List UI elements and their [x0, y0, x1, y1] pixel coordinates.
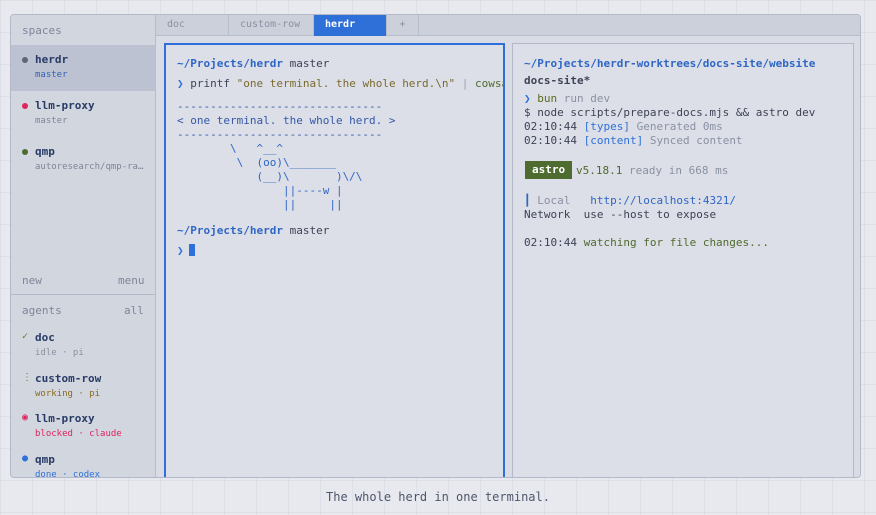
agent-status: working · pi [35, 389, 101, 399]
done-dot-icon: ● [22, 453, 29, 464]
network-label: Network [524, 208, 571, 221]
spaces-title: spaces [22, 24, 62, 37]
menu-button[interactable]: menu [118, 274, 145, 287]
tab-herdr[interactable]: herdr [314, 15, 387, 36]
agent-item-llm-proxy[interactable]: ◉ llm-proxy blocked · claude [11, 412, 155, 450]
astro-badge: astro [525, 161, 573, 179]
terminal-pane-left[interactable]: ~/Projects/herdr master ❯ printf "one te… [164, 43, 505, 477]
prompt-path: ~/Projects/herdr [177, 57, 283, 70]
agent-item-doc[interactable]: ✓ doc idle · pi [11, 331, 155, 369]
astro-version: v5.18.1 [576, 164, 623, 177]
prompt-symbol: ❯ [177, 77, 184, 90]
watch-line: 02:10:44 watching for file changes... [524, 236, 769, 249]
run-args: run dev [563, 92, 611, 105]
agent-name: custom-row [35, 372, 102, 385]
log-tag: [content] [583, 134, 644, 147]
new-space-button[interactable]: new [22, 274, 42, 287]
agent-name: doc [35, 331, 55, 344]
tab-doc[interactable]: doc [156, 15, 229, 36]
tab-bar: doc custom-row herdr + [156, 15, 860, 36]
space-branch: autoresearch/qmp-ra… [35, 162, 144, 172]
app-window: spaces herdr master llm-proxy master qmp… [10, 14, 861, 478]
check-icon: ✓ [22, 331, 29, 342]
command-line: ❯ printf "one terminal. the whole herd.\… [177, 77, 503, 90]
cmd-cowsay: cowsay [475, 77, 503, 90]
cow-line: ------------------------------- [177, 100, 383, 113]
local-line: ┃ Local http://localhost:4321/ [524, 194, 736, 207]
prompt-branch: master [289, 57, 330, 70]
cmd-string: "one terminal. the whole herd.\n" [236, 77, 456, 90]
local-url-link[interactable]: http://localhost:4321/ [590, 194, 736, 207]
run-cmd: bun [537, 92, 558, 105]
space-name: qmp [35, 145, 55, 158]
cmd-pipe: | [461, 77, 469, 90]
agent-status: idle · pi [35, 348, 84, 358]
space-item-llm-proxy[interactable]: llm-proxy master [11, 91, 155, 137]
space-name: herdr [35, 53, 69, 66]
input-line: ❯ [177, 244, 184, 257]
space-item-herdr[interactable]: herdr master [11, 45, 155, 91]
log-time: 02:10:44 [524, 236, 577, 249]
cow-line: || || [177, 198, 343, 211]
status-dot [22, 103, 28, 109]
log-msg: Synced content [649, 134, 743, 147]
prompt-path: ~/Projects/herdr [177, 224, 283, 237]
new-tab-button[interactable]: + [387, 15, 419, 36]
working-spinner-icon: ⋮ [22, 372, 32, 383]
log-time: 02:10:44 [524, 120, 577, 133]
text-cursor [189, 244, 195, 256]
cow-line: ||----w | [177, 184, 343, 197]
prompt-symbol: ❯ [177, 244, 184, 257]
status-dot [22, 57, 28, 63]
blocked-dot-icon: ◉ [22, 412, 29, 423]
astro-status: v5.18.1 ready in 668 ms [576, 164, 728, 177]
network-line: Network use --host to expose [524, 208, 716, 221]
main-area: doc custom-row herdr + ~/Projects/herdr … [156, 15, 860, 477]
local-bar-icon: ┃ [524, 194, 531, 207]
agent-name: qmp [35, 453, 55, 466]
cow-line: < one terminal. the whole herd. > [177, 114, 396, 127]
git-branch: docs-site* [524, 74, 591, 87]
prompt-symbol: ❯ [524, 92, 531, 105]
status-dot [22, 149, 28, 155]
sidebar-divider [11, 294, 155, 295]
local-label: Local [537, 194, 571, 207]
watch-msg: watching for file changes... [583, 236, 770, 249]
log-time: 02:10:44 [524, 134, 577, 147]
terminal-pane-right[interactable]: ~/Projects/herdr-worktrees/docs-site/web… [512, 43, 854, 477]
agent-status: blocked · claude [35, 429, 122, 439]
prompt-branch: master [289, 224, 330, 237]
agent-name: llm-proxy [35, 412, 95, 425]
run-line: ❯ bun run dev [524, 92, 610, 105]
network-msg: use --host to expose [583, 208, 717, 221]
log-line: 02:10:44 [types] Generated 0ms [524, 120, 723, 133]
cow-line: ------------------------------- [177, 128, 383, 141]
space-name: llm-proxy [35, 99, 95, 112]
agent-status: done · codex [35, 470, 101, 478]
log-tag: [types] [583, 120, 630, 133]
space-branch: master [35, 116, 68, 126]
agents-all-button[interactable]: all [124, 304, 144, 317]
space-item-qmp[interactable]: qmp autoresearch/qmp-ra… [11, 137, 155, 183]
prompt-line: ~/Projects/herdr master [177, 224, 329, 237]
agent-item-custom-row[interactable]: ⋮ custom-row working · pi [11, 372, 155, 410]
cmd-name: printf [190, 77, 230, 90]
log-msg: Generated 0ms [636, 120, 723, 133]
sidebar: spaces herdr master llm-proxy master qmp… [11, 15, 156, 477]
astro-ready: ready in 668 ms [628, 164, 729, 177]
exec-line: $ node scripts/prepare-docs.mjs && astro… [524, 106, 816, 119]
space-branch: master [35, 70, 68, 80]
agents-title: agents [22, 304, 62, 317]
tab-custom-row[interactable]: custom-row [229, 15, 314, 36]
cow-line: (__)\ )\/\ [177, 170, 363, 183]
page-caption: The whole herd in one terminal. [326, 490, 550, 504]
agent-item-qmp[interactable]: ● qmp done · codex [11, 453, 155, 478]
cwd-path: ~/Projects/herdr-worktrees/docs-site/web… [524, 57, 816, 70]
cow-line: \ (oo)\_______ [177, 156, 336, 169]
cow-line: \ ^__^ [177, 142, 283, 155]
log-line: 02:10:44 [content] Synced content [524, 134, 743, 147]
prompt-line: ~/Projects/herdr master [177, 57, 329, 70]
